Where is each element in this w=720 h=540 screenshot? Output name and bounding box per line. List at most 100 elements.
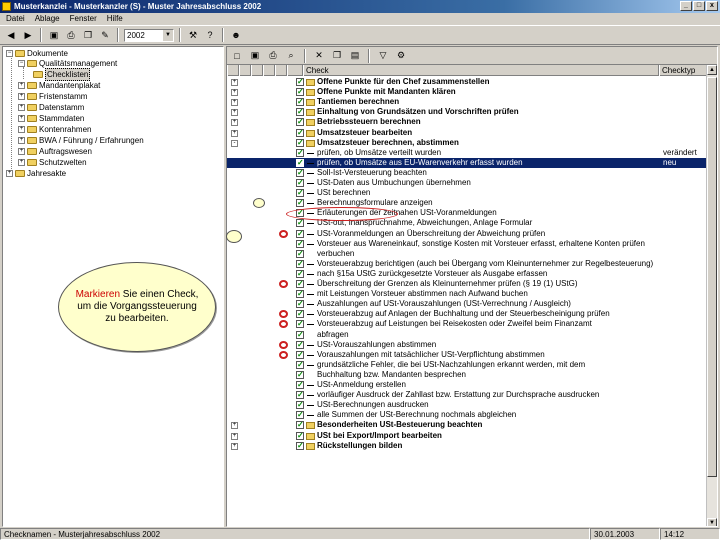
row-checkbox[interactable]: ✓ (296, 381, 304, 389)
table-row[interactable]: ✓ mit Leistungen Vorsteuer abstimmen nach… (227, 289, 707, 299)
row-checkbox[interactable]: ✓ (296, 431, 304, 440)
table-row[interactable]: ✓ Vorsteuerabzug auf Leistungen bei Reise… (227, 319, 707, 329)
forward-icon[interactable]: ▶ (21, 28, 35, 42)
tree-item-schutzwelten[interactable]: + Schutzwelten (18, 157, 87, 168)
table-row[interactable]: ✓ abfragen (227, 330, 707, 340)
table-row[interactable]: ✓ Buchhaltung bzw. Mandanten besprechen (227, 370, 707, 380)
table-row[interactable]: + ✓ Tantiemen berechnen (227, 97, 707, 107)
table-row[interactable]: ✓ Vorauszahlungen mit tatsächlicher USt-V… (227, 350, 707, 360)
expand-icon[interactable]: + (231, 119, 238, 127)
column-header[interactable] (251, 65, 263, 76)
row-checkbox[interactable]: ✓ (296, 108, 304, 117)
expand-icon[interactable]: + (231, 432, 238, 440)
copy-icon[interactable]: ❐ (81, 28, 95, 42)
table-row[interactable]: + ✓ Offene Punkte mit Mandanten klären (227, 87, 707, 97)
table-row[interactable]: - ✓ Umsatzsteuer berechnen, abstimmen (227, 138, 707, 148)
tree-item-checklisten[interactable]: Checklisten (33, 68, 91, 81)
row-checkbox[interactable]: ✓ (296, 158, 304, 167)
row-checkbox[interactable]: ✓ (296, 168, 304, 177)
tree-item-datenstamm[interactable]: + Datenstamm (18, 102, 84, 113)
tree-item-mandantenplakat[interactable]: + Mandantenplakat (18, 80, 100, 91)
table-row[interactable]: ✓ Vorsteuerabzug berichtigen (auch bei Üb… (227, 259, 707, 269)
row-checkbox[interactable]: ✓ (296, 401, 304, 410)
table-row[interactable]: ✓ USt-Berechnungen ausdrucken (227, 400, 707, 410)
expand-icon[interactable]: + (231, 109, 238, 117)
column-header-expand[interactable] (227, 65, 239, 76)
row-checkbox[interactable]: ✓ (296, 441, 304, 450)
close-button[interactable]: x (706, 1, 718, 11)
column-header[interactable] (239, 65, 251, 76)
expand-icon[interactable]: + (231, 422, 238, 430)
row-checkbox[interactable]: ✓ (296, 148, 304, 157)
expand-icon[interactable]: + (18, 104, 25, 111)
filter-icon[interactable]: ▽ (376, 49, 390, 63)
user-icon[interactable]: ☻ (229, 28, 243, 42)
table-row[interactable]: ✓ nach §15a UStG zurückgesetzte Vorsteuer… (227, 269, 707, 279)
row-checkbox[interactable]: ✓ (296, 138, 304, 147)
row-checkbox[interactable]: ✓ (296, 249, 304, 258)
tree-item-jahresakte[interactable]: + Jahresakte (6, 168, 66, 179)
row-checkbox[interactable]: ✓ (296, 239, 304, 248)
help-icon[interactable]: ? (203, 28, 217, 42)
copy-icon[interactable]: ❐ (330, 49, 344, 63)
tree-item-fristenstamm[interactable]: + Fristenstamm (18, 91, 87, 102)
row-checkbox[interactable]: ✓ (296, 189, 304, 198)
menu-hilfe[interactable]: Hilfe (107, 13, 123, 25)
new-icon[interactable]: □ (230, 49, 244, 63)
collapse-icon[interactable]: − (6, 50, 13, 57)
table-row[interactable]: ✓ USt-Daten aus Umbuchungen übernehmen (227, 178, 707, 188)
row-checkbox[interactable]: ✓ (296, 98, 304, 107)
table-row[interactable]: + ✓ Rückstellungen bilden (227, 441, 707, 451)
table-row[interactable]: + ✓ Besonderheiten USt-Besteuerung beachte… (227, 420, 707, 430)
expand-icon[interactable]: + (18, 148, 25, 155)
row-checkbox[interactable]: ✓ (296, 340, 304, 349)
save-icon[interactable]: ▣ (47, 28, 61, 42)
row-checkbox[interactable]: ✓ (296, 219, 304, 228)
menu-datei[interactable]: Datei (6, 13, 25, 25)
row-checkbox[interactable]: ✓ (296, 350, 304, 359)
row-checkbox[interactable]: ✓ (296, 370, 304, 379)
expand-icon[interactable]: + (231, 99, 238, 107)
expand-icon[interactable]: + (231, 79, 238, 86)
back-icon[interactable]: ◀ (4, 28, 18, 42)
row-checkbox[interactable]: ✓ (296, 88, 304, 97)
tree-item-kontenrahmen[interactable]: + Kontenrahmen (18, 124, 91, 135)
table-row[interactable]: ✓ alle Summen der USt-Berechnung nochmals… (227, 410, 707, 420)
row-checkbox[interactable]: ✓ (296, 310, 304, 319)
row-checkbox[interactable]: ✓ (296, 78, 304, 86)
table-row[interactable]: ✓ USt-Voranmeldungen an Überschreitung de… (227, 229, 707, 239)
expand-icon[interactable]: + (18, 93, 25, 100)
table-row[interactable]: ✓ USt-Vorauszahlungen abstimmen (227, 340, 707, 350)
table-row[interactable]: ✓ Vorsteuer aus Wareneinkauf, sonstige Ko… (227, 239, 707, 249)
row-checkbox[interactable]: ✓ (296, 269, 304, 278)
expand-icon[interactable]: + (231, 442, 238, 450)
row-checkbox[interactable]: ✓ (296, 128, 304, 137)
row-checkbox[interactable]: ✓ (296, 290, 304, 299)
table-row[interactable]: ✓ Überschreitung der Grenzen als Kleinunt… (227, 279, 707, 289)
table-row[interactable]: + ✓ Umsatzsteuer bearbeiten (227, 128, 707, 138)
table-row[interactable]: ✓ Vorsteuerabzug auf Anlagen der Buchhalt… (227, 309, 707, 319)
table-row[interactable]: ✓ USt-Anmeldung erstellen (227, 380, 707, 390)
save-icon[interactable]: ▣ (248, 49, 262, 63)
table-row[interactable]: ✓ vorläufiger Ausdruck der Zahllast bzw. … (227, 390, 707, 400)
edit-icon[interactable]: ✎ (98, 28, 112, 42)
column-header-check[interactable]: Check (303, 65, 659, 76)
expand-icon[interactable]: + (6, 170, 13, 177)
row-checkbox[interactable]: ✓ (296, 300, 304, 309)
menu-ablage[interactable]: Ablage (35, 13, 60, 25)
tools-icon[interactable]: ⚒ (186, 28, 200, 42)
menu-fenster[interactable]: Fenster (70, 13, 97, 25)
row-checkbox[interactable]: ✓ (296, 259, 304, 268)
row-checkbox[interactable]: ✓ (296, 199, 304, 208)
maximize-button[interactable]: □ (693, 1, 705, 11)
row-checkbox[interactable]: ✓ (296, 411, 304, 420)
chevron-down-icon[interactable]: ▼ (163, 29, 173, 41)
row-checkbox[interactable]: ✓ (296, 280, 304, 288)
row-checkbox[interactable]: ✓ (296, 391, 304, 400)
table-row[interactable]: ✓ grundsätzliche Fehler, die bei USt-Nach… (227, 360, 707, 370)
tree-item-bwa[interactable]: + BWA / Führung / Erfahrungen (18, 135, 144, 146)
table-row[interactable]: + ✓ Betriebssteuern berechnen (227, 117, 707, 127)
collapse-icon[interactable]: − (18, 60, 25, 67)
column-header-checktyp[interactable]: Checktyp (659, 65, 707, 76)
vertical-scrollbar[interactable]: ▲ ▼ (706, 65, 717, 526)
